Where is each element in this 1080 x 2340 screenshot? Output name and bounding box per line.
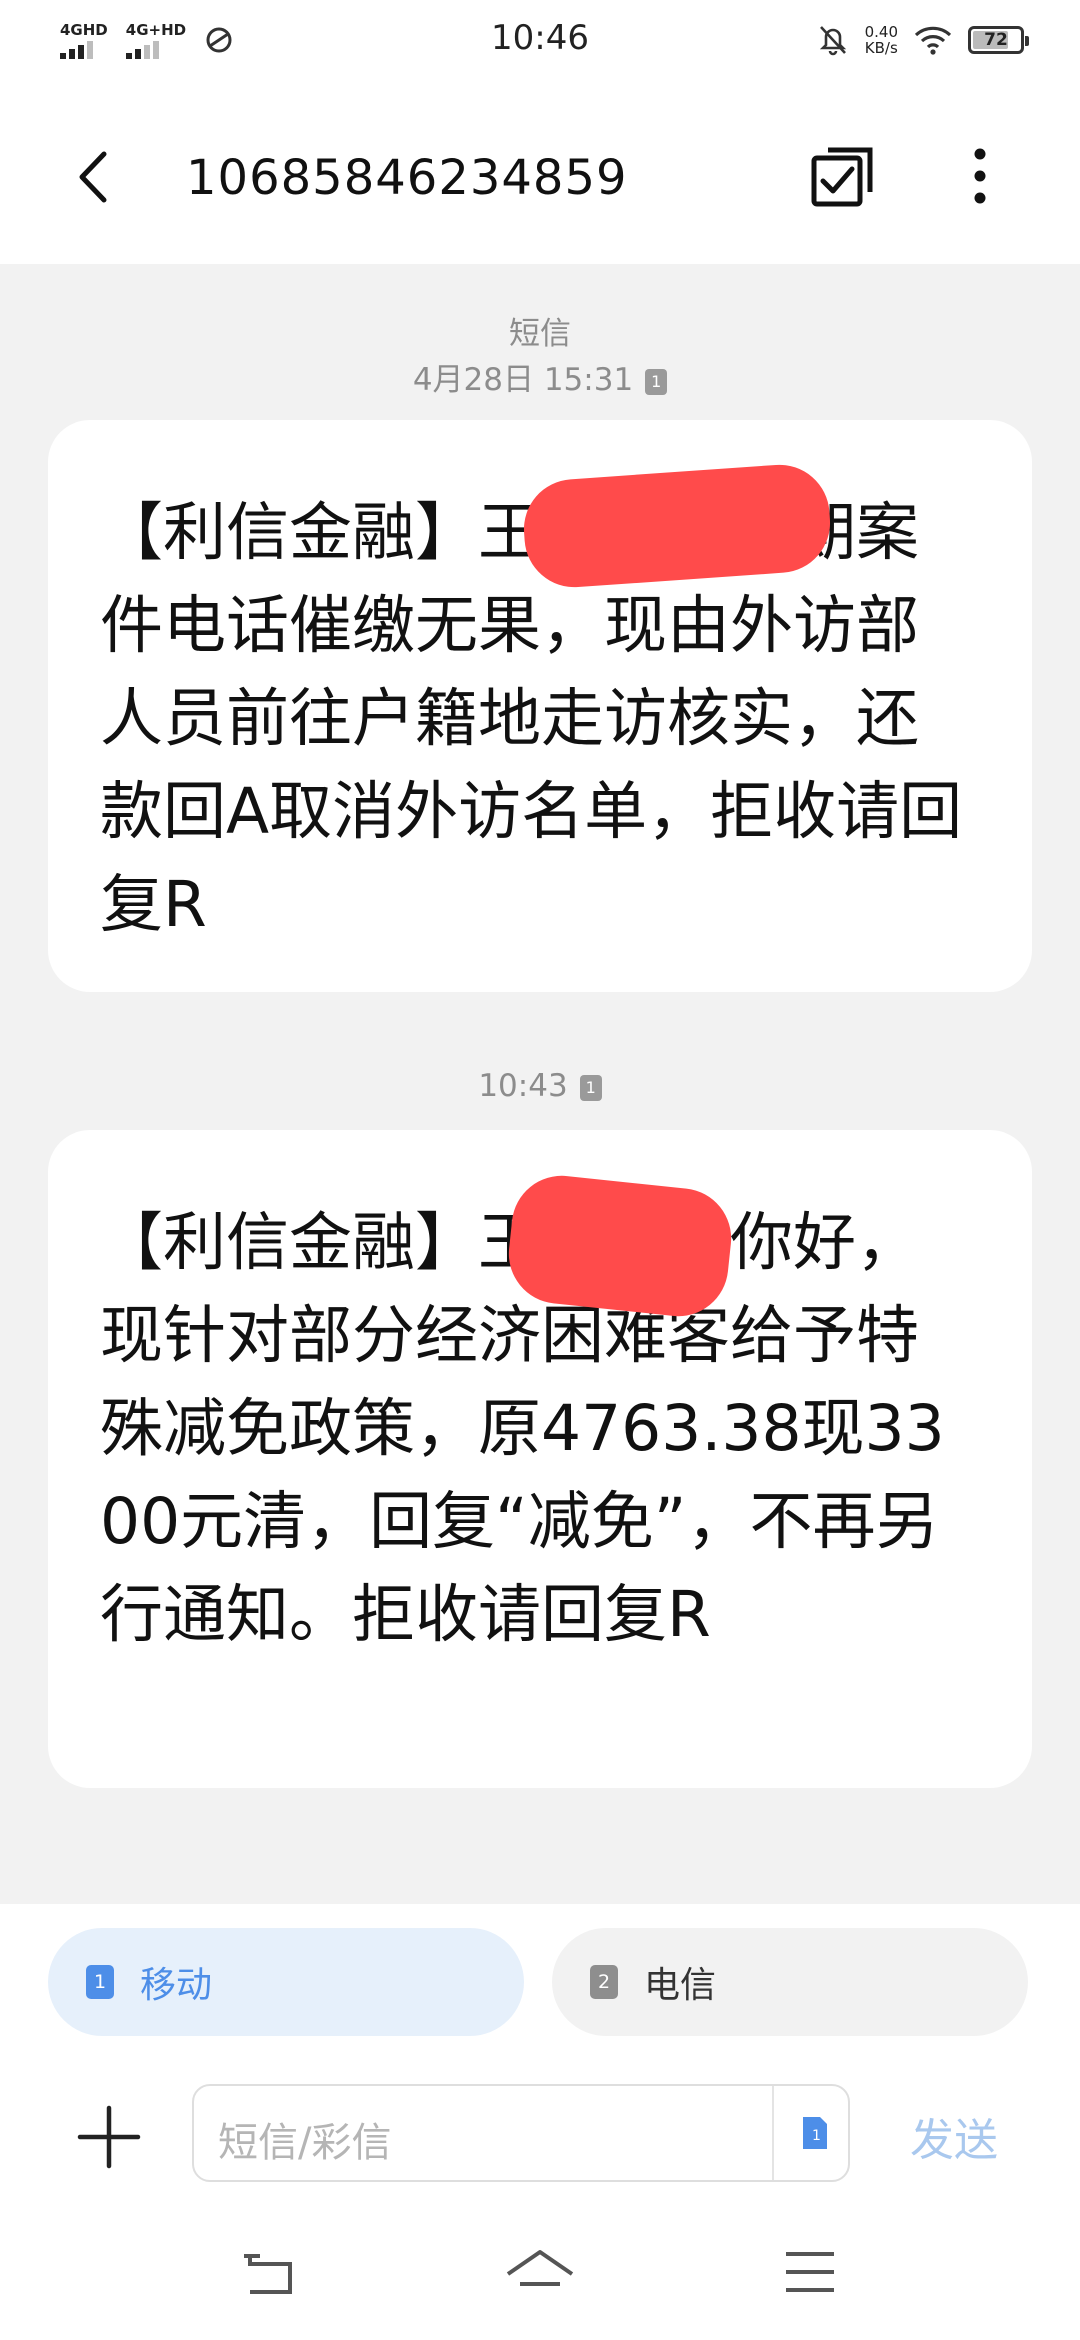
sim-card-icon[interactable]: 1	[800, 2114, 830, 2152]
network-speed-unit: KB/s	[864, 39, 898, 57]
message-timestamp: 10:43 1	[0, 1068, 1080, 1104]
back-arrow-icon[interactable]	[60, 142, 130, 212]
sim-pick-number: 1	[812, 2128, 821, 2144]
sim-badge-icon: 1	[645, 368, 668, 395]
plus-icon[interactable]	[72, 2100, 146, 2174]
sim1-number: 1	[86, 1965, 114, 1999]
network-speed: 0.40 KB/s	[865, 24, 898, 56]
navigation-bar	[0, 2198, 1080, 2340]
composer: 短信/彩信 1 发送	[0, 2078, 1080, 2198]
timestamp-text: 4月28日 15:31	[412, 362, 634, 398]
message-type-label: 短信	[509, 316, 571, 352]
battery-icon: 72	[968, 26, 1029, 54]
back-nav-icon[interactable]	[230, 2238, 310, 2308]
message-input[interactable]: 短信/彩信 1	[192, 2084, 850, 2182]
battery-level: 72	[984, 30, 1008, 50]
message-input-placeholder: 短信/彩信	[218, 2120, 392, 2166]
message-list[interactable]: 短信 4月28日 15:31 1 【利信金融】王先生，逾期案件电话催缴无果，现由外…	[0, 264, 1080, 1904]
input-divider	[772, 2086, 774, 2180]
recents-menu-icon[interactable]	[770, 2238, 850, 2308]
status-right-group: 0.40 KB/s 72	[817, 18, 1029, 62]
network-speed-value: 0.40	[864, 23, 898, 41]
sim2-label: 电信	[644, 1965, 717, 2006]
sim2-button[interactable]: 2 电信	[552, 1928, 1028, 2036]
contact-number: 10685846234859	[186, 150, 628, 206]
home-nav-icon[interactable]	[500, 2238, 580, 2308]
redaction-mark	[503, 1170, 737, 1322]
redaction-mark	[520, 461, 834, 591]
send-button[interactable]: 发送	[910, 2104, 998, 2168]
sim1-button[interactable]: 1 移动	[48, 1928, 524, 2036]
sim-selector: 1 移动 2 电信	[0, 1904, 1080, 2078]
timestamp-text: 10:43	[478, 1068, 568, 1104]
message-timestamp: 4月28日 15:31 1	[0, 354, 1080, 399]
sim2-number: 2	[590, 1965, 618, 1999]
mute-icon	[819, 26, 846, 56]
status-bar: 4GHD 4G+HD 10:46 0.40 KB/s 72	[0, 0, 1080, 84]
message-bubble[interactable]: 【利信金融】王先生，逾期案件电话催缴无果，现由外访部人员前往户籍地走访核实，还款…	[48, 420, 1032, 992]
conversation-header: 10685846234859	[0, 84, 1080, 264]
wifi-icon	[914, 26, 952, 55]
multi-select-icon[interactable]	[800, 134, 884, 218]
message-bubble[interactable]: 【利信金融】王先生您你好，现针对部分经济困难客给予特殊减免政策，原4763.38…	[48, 1130, 1032, 1788]
sim1-label: 移动	[140, 1965, 213, 2006]
more-vertical-icon[interactable]	[950, 134, 1010, 218]
sim-badge-icon: 1	[579, 1074, 602, 1101]
